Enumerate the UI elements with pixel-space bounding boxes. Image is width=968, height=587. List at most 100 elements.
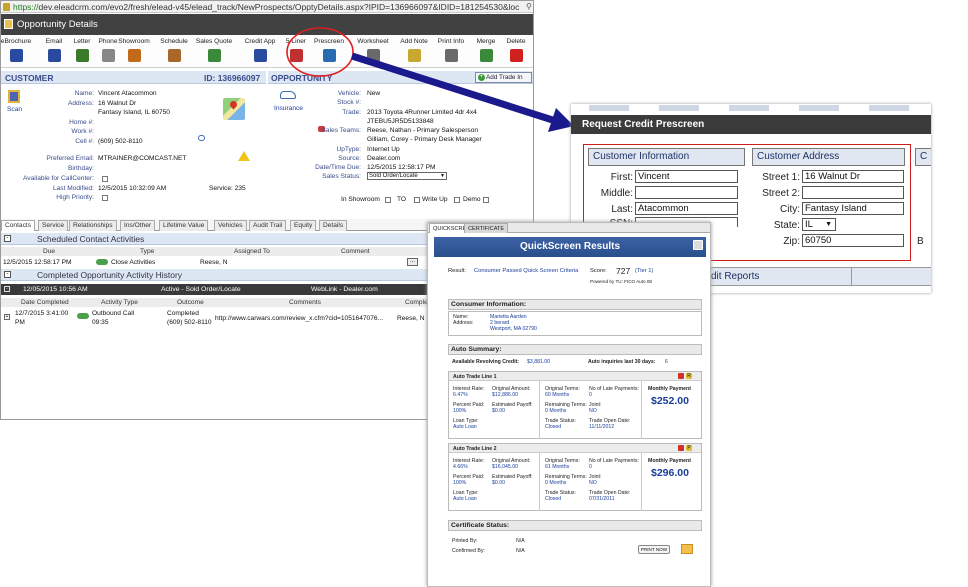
printed-by-value: N/A [516, 538, 525, 544]
alert-icon [678, 373, 684, 379]
prescreen-header: Request Credit Prescreen [571, 115, 931, 134]
trade-line-orig-amt: $16,045.00 [492, 464, 518, 470]
result-value: Consumer Passed Quick Screen Criteria [474, 268, 579, 274]
confirmed-by-label: Confirmed By: [452, 548, 485, 554]
trade-line-header: Auto Trade Line 2 P [449, 444, 701, 453]
trade-line-orig-amt: $12,886.00 [492, 392, 518, 398]
trade-line-late: 0 [589, 392, 592, 398]
trade-line-loan: Auto Loan [453, 496, 477, 502]
print-icon[interactable] [693, 240, 703, 250]
trade-line-late: 0 [589, 464, 592, 470]
street2-field[interactable] [802, 186, 904, 199]
inquiries-value: 6 [665, 359, 668, 365]
monthly-payment: $296.00 [651, 467, 689, 479]
divider [641, 453, 642, 511]
divider [539, 453, 540, 511]
trade-line-monthly-label: Monthly Payment [648, 386, 691, 392]
quickscreen-tabs: QUICKSCREEN CERTIFICATE [428, 223, 710, 233]
divider [851, 268, 852, 285]
top-strip-text [589, 105, 919, 111]
quickscreen-results-panel: QUICKSCREEN CERTIFICATE QuickScreen Resu… [427, 222, 711, 587]
tab-certificate[interactable]: CERTIFICATE [464, 223, 509, 233]
first-label: First: [610, 172, 633, 183]
score-tier: (Tier 1) [635, 268, 654, 274]
last-label: Last: [611, 204, 633, 215]
revolving-label: Available Revolving Credit: [452, 359, 519, 365]
customer-info-title: Customer Information [588, 148, 745, 166]
callout-arrow-line [350, 52, 564, 127]
trade-line-status: Closed [545, 496, 562, 502]
trade-line-loan: Auto Loan [453, 424, 477, 430]
customer-address-label: Customer Address [757, 151, 840, 162]
trade-line-orig-terms: 61 Months [545, 464, 570, 470]
trade-line-title: Auto Trade Line 1 [453, 374, 497, 380]
customer-info-label: Customer Information [593, 151, 690, 162]
trade-line-box: Auto Trade Line 1 R Interest Rate: 6.47% Ori… [448, 371, 702, 439]
alert-icon [678, 445, 684, 451]
street2-label: Street 2: [762, 188, 800, 199]
result-label: Result: [448, 268, 467, 274]
consumer-info-body: Name: Marietta Aarden Address: 2 berard … [448, 311, 702, 336]
confirmed-by-value: N/A [516, 548, 525, 554]
trade-line-pct: 100% [453, 480, 467, 486]
street1-label: Street 1: [762, 172, 800, 183]
consumer-address-line2: Westport, MA 02790 [490, 326, 537, 332]
inquiries-label: Auto inquiries last 30 days: [588, 359, 656, 365]
score-label: Score: [590, 268, 607, 274]
trade-line-joint: NO [589, 408, 597, 414]
trade-line-monthly-label: Monthly Payment [648, 458, 691, 464]
trade-line-joint: NO [589, 480, 597, 486]
quickscreen-title: QuickScreen Results [434, 237, 706, 257]
state-value: IL [805, 219, 813, 230]
state-label: State: [773, 220, 800, 231]
state-select[interactable]: IL ▼ [802, 218, 836, 231]
certificate-section: Certificate Status: [448, 520, 702, 531]
third-box-title: C [915, 148, 931, 166]
middle-label: Middle: [600, 188, 633, 199]
trade-line-header: Auto Trade Line 1 R [449, 372, 701, 381]
consumer-info-section: Consumer Information: [448, 299, 702, 310]
city-field[interactable]: Fantasy Island [802, 202, 904, 215]
street1-field[interactable]: 16 Walnut Dr [802, 170, 904, 183]
trade-line-rate: 4.66% [453, 464, 468, 470]
trade-line-pct: 100% [453, 408, 467, 414]
trade-line-late-label: No of Late Payments: [589, 386, 639, 392]
auto-summary-section: Auto Summary: [448, 344, 702, 355]
trade-line-orig-terms: 60 Months [545, 392, 570, 398]
highlight-circle [286, 27, 354, 77]
third-box-label: C [920, 151, 928, 162]
prescreen-title: Request Credit Prescreen [582, 119, 705, 130]
revolving-value: $3,881.00 [527, 359, 551, 365]
credit-reports-label: dit Reports [711, 271, 760, 282]
trade-line-open: 11/11/2012 [589, 424, 615, 430]
divider [539, 381, 540, 439]
chevron-down-icon: ▼ [825, 221, 832, 228]
side-letter: B [917, 236, 924, 247]
divider [641, 381, 642, 439]
trade-line-status: Closed [545, 424, 562, 430]
envelope-icon[interactable] [681, 544, 693, 554]
trade-line-remain: 0 Months [545, 480, 567, 486]
score-value: 727 [616, 266, 631, 276]
trade-line-remain: 0 Months [545, 408, 567, 414]
trade-line-title: Auto Trade Line 2 [453, 446, 497, 452]
last-name-field[interactable]: Atacommon [635, 202, 738, 215]
consumer-address-label: Address: [453, 320, 474, 326]
printed-by-label: Printed By: [452, 538, 478, 544]
status-badge: P [686, 445, 692, 451]
city-label: City: [780, 204, 800, 215]
trade-line-payoff: $0.00 [492, 408, 505, 414]
status-badge: R [686, 373, 692, 379]
trade-line-open: 07/31/2011 [589, 496, 615, 502]
first-name-field[interactable]: Vincent [635, 170, 738, 183]
trade-line-rate: 6.47% [453, 392, 468, 398]
zip-label: Zip: [783, 236, 800, 247]
credit-reports-bar[interactable]: dit Reports [701, 267, 931, 286]
middle-name-field[interactable] [635, 186, 738, 199]
powered-by: Powered by TU: FICO Auto 08 [590, 279, 652, 284]
print-now-button[interactable]: PRINT NOW [638, 545, 670, 554]
zip-field[interactable]: 60750 [802, 234, 904, 247]
monthly-payment: $252.00 [651, 395, 689, 407]
customer-address-title: Customer Address [752, 148, 905, 166]
trade-line-box: Auto Trade Line 2 P Interest Rate: 4.66% Ori… [448, 443, 702, 511]
